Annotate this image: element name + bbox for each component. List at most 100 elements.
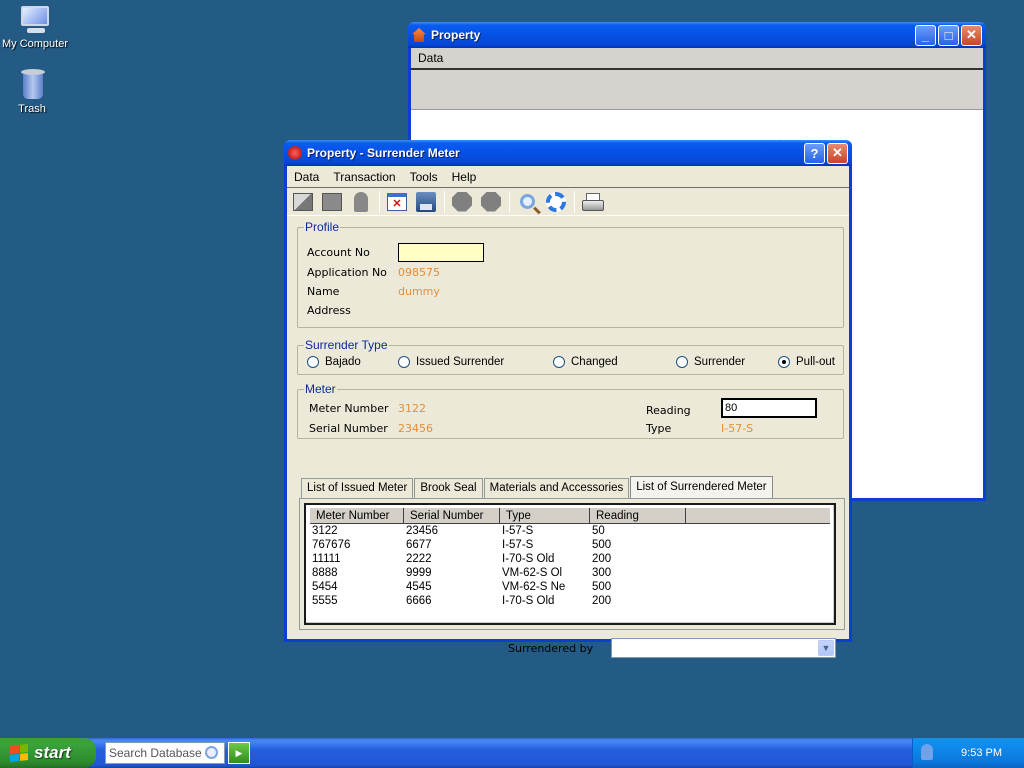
- radio-issued-surrender[interactable]: Issued Surrender: [398, 356, 504, 368]
- meter-number-value: 3122: [398, 402, 426, 415]
- account-no-label: Account No: [307, 246, 370, 259]
- close-button[interactable]: ✕: [961, 24, 982, 46]
- chevron-down-icon[interactable]: ▼: [818, 640, 834, 656]
- search-icon: [205, 746, 218, 759]
- table-row[interactable]: 8888 9999 VM-62-S Ol 300: [310, 566, 830, 580]
- computer-icon: [19, 4, 51, 36]
- table-row[interactable]: 5555 6666 I-70-S Old 200: [310, 594, 830, 608]
- radio-label: Surrender: [694, 356, 746, 368]
- column-header-type[interactable]: Type: [500, 508, 590, 523]
- new-button[interactable]: [291, 190, 315, 214]
- toolbar-separator: [574, 190, 575, 213]
- menu-data[interactable]: Data: [287, 170, 326, 184]
- name-value: dummy: [398, 285, 440, 298]
- menu-help[interactable]: Help: [445, 170, 484, 184]
- surrendered-meter-list[interactable]: Meter Number Serial Number Type Reading …: [304, 503, 836, 625]
- dialog-title: Property - Surrender Meter: [307, 146, 460, 160]
- application-no-value: 098575: [398, 266, 440, 279]
- edit-icon: [322, 192, 342, 211]
- property-window-titlebar[interactable]: Property _ □ ✕: [408, 22, 986, 48]
- table-cell: 11111: [312, 553, 341, 565]
- radio-icon: [307, 356, 319, 368]
- window-title: Property: [431, 28, 481, 42]
- column-header-serial-number[interactable]: Serial Number: [404, 508, 500, 523]
- table-row[interactable]: 11111 2222 I-70-S Old 200: [310, 552, 830, 566]
- meter-number-label: Meter Number: [309, 402, 389, 415]
- settings-button[interactable]: [544, 190, 568, 214]
- print-button[interactable]: [580, 190, 604, 214]
- radio-bajado[interactable]: Bajado: [307, 356, 361, 368]
- minimize-button[interactable]: _: [915, 24, 936, 46]
- toolbar: ✕: [287, 188, 849, 216]
- column-header-meter-number[interactable]: Meter Number: [310, 508, 404, 523]
- search-go-button[interactable]: ▶: [228, 742, 250, 764]
- reading-input[interactable]: [721, 398, 817, 418]
- tab-strip: List of Issued Meter Brook Seal Material…: [301, 476, 774, 498]
- tab-brook-seal[interactable]: Brook Seal: [414, 478, 483, 498]
- table-cell: VM-62-S Ne: [502, 581, 566, 593]
- account-no-input[interactable]: [398, 243, 484, 262]
- desktop-icon-my-computer[interactable]: My Computer: [0, 4, 70, 50]
- column-header-reading[interactable]: Reading: [590, 508, 686, 523]
- radio-surrender[interactable]: Surrender: [676, 356, 745, 368]
- table-row[interactable]: 5454 4545 VM-62-S Ne 500: [310, 580, 830, 594]
- desktop-icon-trash[interactable]: Trash: [0, 69, 67, 115]
- save-button[interactable]: [414, 190, 438, 214]
- menu-data[interactable]: Data: [411, 51, 450, 65]
- start-label: start: [34, 743, 71, 762]
- profile-legend: Profile: [305, 220, 340, 234]
- table-row[interactable]: 3122 23456 I-57-S 50: [310, 524, 830, 538]
- user-status-icon[interactable]: [921, 744, 933, 760]
- column-header-empty: [686, 508, 820, 523]
- close-button[interactable]: ✕: [827, 142, 848, 164]
- search-database-input[interactable]: Search Database: [105, 742, 225, 764]
- menubar: Data Transaction Tools Help: [287, 166, 849, 188]
- tab-list-of-surrendered-meter[interactable]: List of Surrendered Meter: [630, 476, 773, 498]
- table-row[interactable]: 767676 6677 I-57-S 500: [310, 538, 830, 552]
- application-no-label: Application No: [307, 266, 387, 279]
- table-cell: 3122: [312, 525, 338, 537]
- user-button[interactable]: [349, 190, 373, 214]
- house-icon: [412, 28, 426, 42]
- search-button[interactable]: [515, 190, 539, 214]
- radio-icon: [553, 356, 565, 368]
- table-cell: 6677: [406, 539, 432, 551]
- tab-materials-and-accessories[interactable]: Materials and Accessories: [483, 478, 630, 498]
- table-cell: 8888: [312, 567, 338, 579]
- menu-transaction[interactable]: Transaction: [326, 170, 402, 184]
- start-button[interactable]: start: [0, 738, 96, 768]
- stop-icon: [452, 191, 472, 212]
- toolbar-area: [411, 70, 983, 110]
- delete-button[interactable]: ✕: [385, 190, 409, 214]
- help-button[interactable]: ?: [804, 142, 825, 164]
- table-cell: 200: [592, 595, 612, 607]
- table-cell: 767676: [312, 539, 351, 551]
- table-cell: 50: [592, 525, 605, 537]
- radio-changed[interactable]: Changed: [553, 356, 618, 368]
- radio-selected-icon: [778, 356, 790, 368]
- radio-pull-out[interactable]: Pull-out: [778, 356, 835, 368]
- table-cell: I-70-S Old: [502, 553, 555, 565]
- delete-icon: ✕: [387, 192, 407, 211]
- tab-list-of-issued-meter[interactable]: List of Issued Meter: [301, 478, 414, 498]
- list-header: Meter Number Serial Number Type Reading: [310, 508, 830, 524]
- table-cell: 6666: [406, 595, 432, 607]
- desktop-icon-label: Trash: [18, 103, 46, 115]
- edit-button[interactable]: [320, 190, 344, 214]
- stop-button[interactable]: [450, 190, 474, 214]
- stop-button-2[interactable]: [479, 190, 503, 214]
- toolbar-separator: [509, 190, 510, 213]
- surrendered-by-select[interactable]: ▼: [611, 638, 836, 658]
- menu-tools[interactable]: Tools: [403, 170, 445, 184]
- gear-icon: [546, 191, 566, 212]
- print-icon: [582, 192, 604, 211]
- arrow-right-icon: ▶: [235, 747, 243, 758]
- serial-number-value: 23456: [398, 422, 433, 435]
- search-icon: [519, 194, 535, 209]
- maximize-button[interactable]: □: [938, 24, 959, 46]
- name-label: Name: [307, 285, 340, 298]
- app-icon: [288, 146, 302, 160]
- surrender-type-legend: Surrender Type: [305, 338, 388, 352]
- dialog-titlebar[interactable]: Property - Surrender Meter ? ✕: [284, 140, 852, 166]
- table-cell: 23456: [406, 525, 438, 537]
